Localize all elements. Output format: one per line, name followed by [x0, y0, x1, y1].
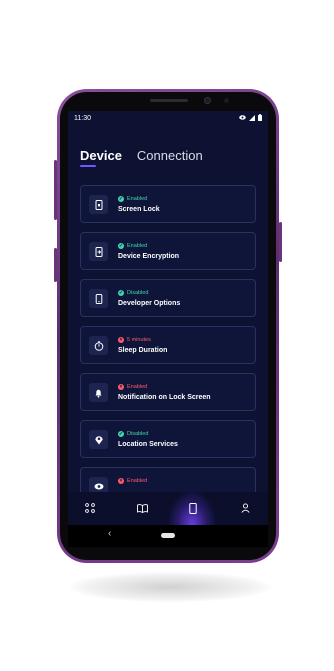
setting-status: ✓ Enabled — [118, 196, 147, 202]
check-icon: ✓ — [118, 196, 124, 202]
setting-title: Developer Options — [118, 300, 181, 307]
setting-card-screen-lock[interactable]: ✓ Enabled Screen Lock — [80, 185, 256, 223]
eye-status-icon — [239, 115, 246, 120]
back-icon[interactable]: ‹ — [108, 528, 111, 539]
front-camera — [204, 97, 211, 104]
bixby-button — [54, 248, 57, 282]
system-navigation-bar: ‹ — [68, 525, 268, 547]
cross-icon: × — [118, 337, 124, 343]
setting-title: Screen Lock — [118, 206, 160, 213]
setting-status: ✓ Disabled — [118, 431, 148, 437]
location-pin-icon — [89, 430, 108, 449]
phone-lock-icon — [89, 195, 108, 214]
setting-card-notification-lock-screen[interactable]: × Enabled Notification on Lock Screen — [80, 373, 256, 411]
cross-icon: × — [118, 384, 124, 390]
tab-connection[interactable]: Connection — [137, 148, 203, 163]
check-icon: ✓ — [118, 431, 124, 437]
setting-status: × Enabled — [118, 384, 147, 390]
setting-status-text: Disabled — [127, 290, 149, 296]
setting-status-text: Enabled — [127, 243, 148, 249]
encryption-icon — [89, 242, 108, 261]
device-icon[interactable] — [185, 500, 201, 516]
setting-status-text: Enabled — [127, 478, 148, 484]
status-bar: 11:30 — [68, 111, 268, 125]
setting-status-text: Enabled — [127, 384, 148, 390]
setting-title: Notification on Lock Screen — [118, 394, 211, 401]
setting-card-location-services[interactable]: ✓ Disabled Location Services — [80, 420, 256, 458]
active-tab-indicator — [80, 165, 96, 167]
setting-title: Device Encryption — [118, 253, 180, 260]
setting-card-developer-options[interactable]: ✓ Disabled Developer Options — [80, 279, 256, 317]
setting-status-text: 5 minutes — [127, 337, 151, 343]
setting-card-device-encryption[interactable]: ✓ Enabled Device Encryption — [80, 232, 256, 270]
check-icon: ✓ — [118, 243, 124, 249]
setting-status: ✓ Disabled — [118, 290, 148, 296]
tab-device[interactable]: Device — [80, 148, 122, 163]
status-icons — [239, 114, 262, 121]
check-icon: ✓ — [118, 290, 124, 296]
book-icon[interactable] — [134, 500, 150, 516]
proximity-sensor — [224, 98, 229, 103]
apps-grid-icon[interactable] — [82, 500, 98, 516]
phone-shadow — [70, 572, 270, 602]
status-time: 11:30 — [74, 115, 91, 122]
timer-icon — [89, 336, 108, 355]
setting-title: Location Services — [118, 441, 178, 448]
battery-icon — [258, 114, 262, 121]
smartphone-icon — [89, 289, 108, 308]
home-button[interactable] — [161, 533, 175, 538]
bell-icon — [89, 383, 108, 402]
setting-title: Sleep Duration — [118, 347, 168, 354]
volume-button — [54, 160, 57, 220]
setting-status: × Enabled — [118, 478, 147, 484]
power-button — [279, 222, 282, 262]
bottom-navigation — [68, 492, 268, 525]
signal-icon — [249, 114, 255, 121]
setting-status: × 5 minutes — [118, 337, 151, 343]
tab-bar: Device Connection — [80, 148, 203, 163]
setting-status-text: Disabled — [127, 431, 149, 437]
setting-card-sleep-duration[interactable]: × 5 minutes Sleep Duration — [80, 326, 256, 364]
app-screen: 11:30 Device Connection ✓ Enabled Screen… — [68, 111, 268, 525]
user-icon[interactable] — [237, 500, 253, 516]
cross-icon: × — [118, 478, 124, 484]
setting-status-text: Enabled — [127, 196, 148, 202]
setting-status: ✓ Enabled — [118, 243, 147, 249]
earpiece-speaker — [150, 99, 188, 102]
